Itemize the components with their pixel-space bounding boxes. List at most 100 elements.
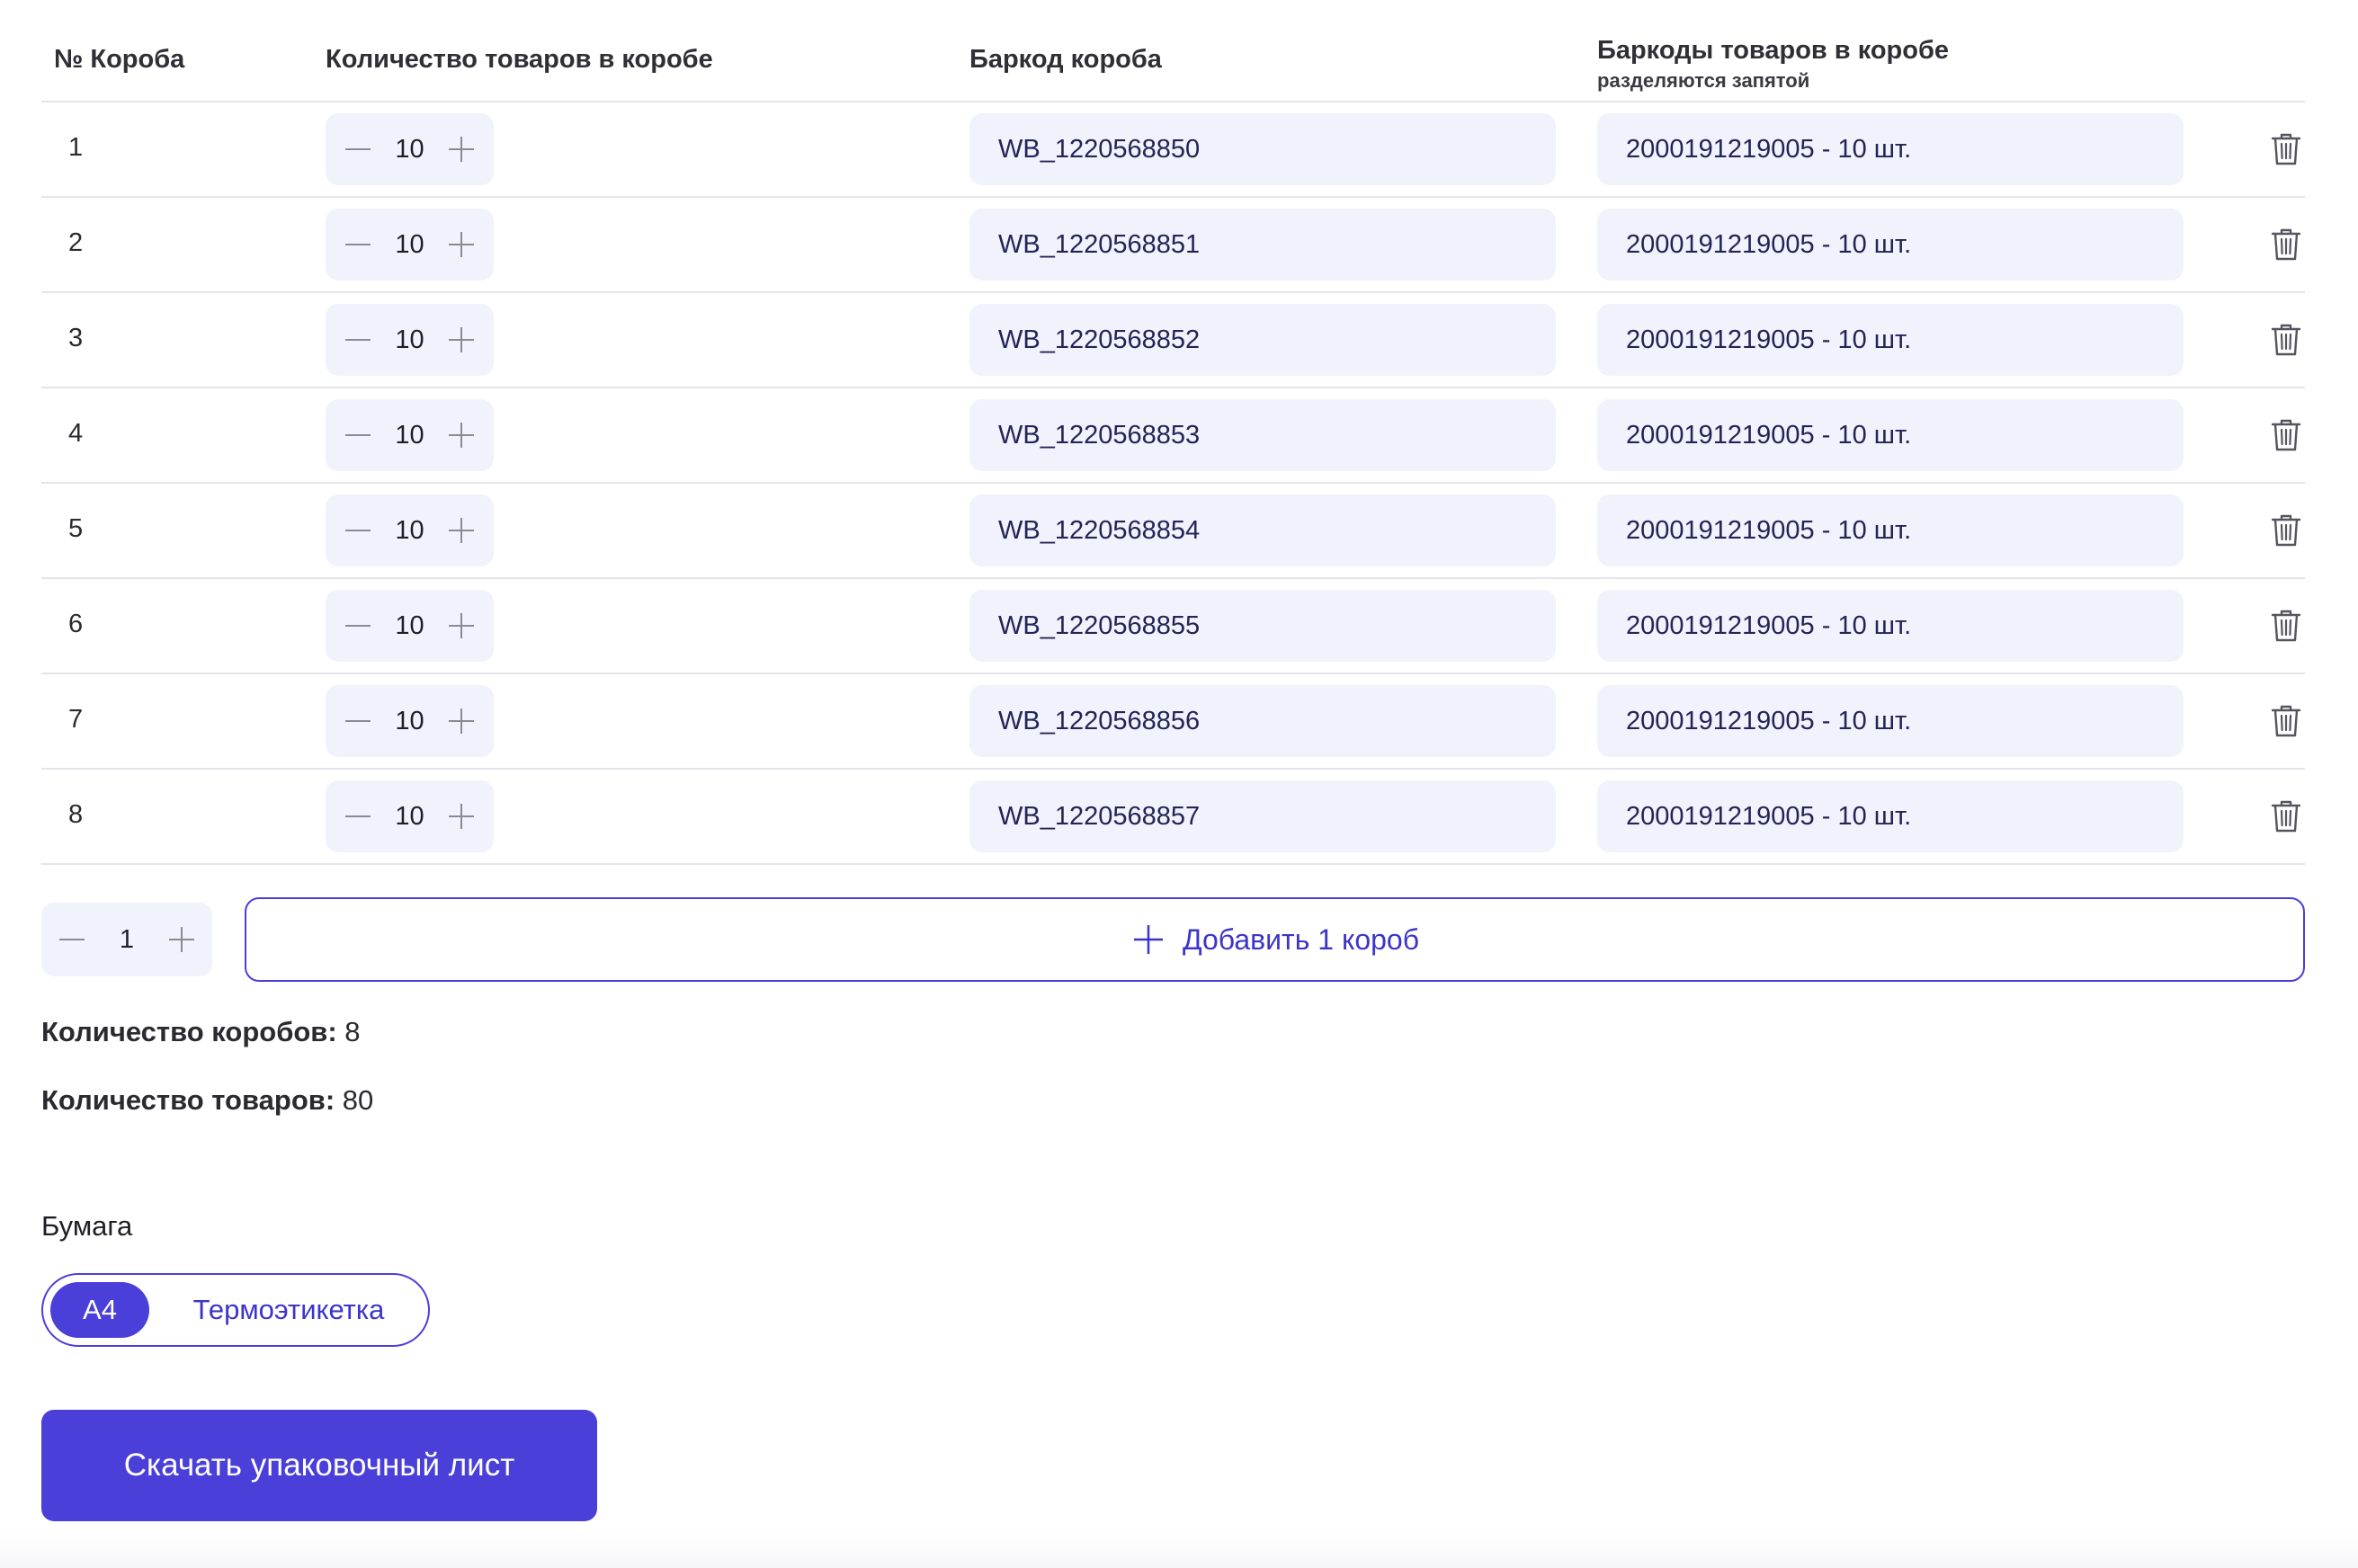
plus-icon[interactable] — [442, 511, 481, 550]
quantity-value[interactable]: 10 — [392, 230, 428, 260]
quantity-stepper[interactable]: 10 — [326, 494, 494, 566]
quantity-value[interactable]: 10 — [392, 802, 428, 832]
table-body: 1 10 WB_1220568850 2000191219005 - 10 шт. 2 1… — [41, 102, 2305, 865]
minus-icon[interactable] — [338, 225, 378, 264]
goods-count-label: Количество товаров: — [41, 1084, 335, 1116]
goods-count-value: 80 — [342, 1084, 374, 1116]
table-row: 6 10 WB_1220568855 2000191219005 - 10 шт. — [41, 579, 2305, 674]
box-number: 6 — [68, 610, 84, 638]
box-number: 3 — [68, 324, 84, 352]
table-row: 7 10 WB_1220568856 2000191219005 - 10 шт. — [41, 674, 2305, 770]
paper-label: Бумага — [41, 1210, 133, 1242]
box-barcode-field[interactable]: WB_1220568851 — [969, 209, 1556, 281]
box-number: 8 — [68, 800, 84, 829]
quantity-value[interactable]: 10 — [392, 611, 428, 641]
goods-barcodes-field[interactable]: 2000191219005 - 10 шт. — [1597, 590, 2184, 662]
table-row: 8 10 WB_1220568857 2000191219005 - 10 шт. — [41, 770, 2305, 865]
box-number: 7 — [68, 705, 84, 734]
trash-icon[interactable] — [2266, 701, 2306, 741]
quantity-value[interactable]: 10 — [392, 707, 428, 736]
trash-icon[interactable] — [2266, 511, 2306, 550]
minus-icon[interactable] — [338, 129, 378, 169]
boxes-count-summary: Количество коробов: 8 — [41, 1016, 361, 1048]
box-barcode-field[interactable]: WB_1220568855 — [969, 590, 1556, 662]
plus-icon[interactable] — [442, 320, 481, 360]
plus-icon[interactable] — [442, 797, 481, 836]
box-barcode-field[interactable]: WB_1220568853 — [969, 399, 1556, 471]
trash-icon[interactable] — [2266, 606, 2306, 646]
goods-barcodes-field[interactable]: 2000191219005 - 10 шт. — [1597, 685, 2184, 757]
quantity-stepper[interactable]: 10 — [326, 113, 494, 185]
add-count-stepper[interactable]: 1 — [41, 903, 212, 976]
minus-icon[interactable] — [338, 415, 378, 455]
table-header: № Короба Количество товаров в коробе Бар… — [41, 0, 2305, 102]
quantity-stepper[interactable]: 10 — [326, 304, 494, 376]
minus-icon[interactable] — [338, 701, 378, 741]
boxes-count-label: Количество коробов: — [41, 1016, 337, 1047]
quantity-stepper[interactable]: 10 — [326, 209, 494, 281]
plus-icon[interactable] — [442, 701, 481, 741]
header-goods-barcodes-title: Баркоды товаров в коробе — [1597, 36, 1950, 65]
quantity-stepper[interactable]: 10 — [326, 780, 494, 852]
table-row: 5 10 WB_1220568854 2000191219005 - 10 шт. — [41, 484, 2305, 579]
goods-count-summary: Количество товаров: 80 — [41, 1084, 373, 1117]
trash-icon[interactable] — [2266, 320, 2306, 360]
table-row: 2 10 WB_1220568851 2000191219005 - 10 шт. — [41, 198, 2305, 293]
plus-icon[interactable] — [442, 129, 481, 169]
trash-icon[interactable] — [2266, 129, 2306, 169]
boxes-count-value: 8 — [344, 1016, 361, 1047]
minus-icon[interactable] — [338, 606, 378, 646]
plus-icon[interactable] — [162, 920, 201, 959]
goods-barcodes-field[interactable]: 2000191219005 - 10 шт. — [1597, 780, 2184, 852]
header-box-no: № Короба — [54, 45, 185, 74]
goods-barcodes-field[interactable]: 2000191219005 - 10 шт. — [1597, 113, 2184, 185]
minus-icon[interactable] — [338, 320, 378, 360]
header-box-barcode: Баркод короба — [969, 45, 1162, 74]
quantity-stepper[interactable]: 10 — [326, 399, 494, 471]
goods-barcodes-field[interactable]: 2000191219005 - 10 шт. — [1597, 399, 2184, 471]
box-barcode-field[interactable]: WB_1220568854 — [969, 494, 1556, 566]
header-qty: Количество товаров в коробе — [326, 45, 713, 74]
minus-icon[interactable] — [338, 511, 378, 550]
download-packing-list-button[interactable]: Скачать упаковочный лист — [41, 1410, 597, 1521]
goods-barcodes-field[interactable]: 2000191219005 - 10 шт. — [1597, 209, 2184, 281]
paper-type-toggle: А4 Термоэтикетка — [41, 1273, 430, 1347]
table-row: 3 10 WB_1220568852 2000191219005 - 10 шт. — [41, 293, 2305, 388]
plus-icon[interactable] — [442, 606, 481, 646]
plus-icon — [1133, 925, 1163, 954]
quantity-value[interactable]: 10 — [392, 325, 428, 355]
boxes-table: № Короба Количество товаров в коробе Бар… — [41, 0, 2305, 865]
packing-page: № Короба Количество товаров в коробе Бар… — [0, 0, 2358, 1568]
plus-icon[interactable] — [442, 415, 481, 455]
table-row: 4 10 WB_1220568853 2000191219005 - 10 шт. — [41, 388, 2305, 484]
quantity-value[interactable]: 10 — [392, 135, 428, 165]
quantity-value[interactable]: 10 — [392, 516, 428, 546]
minus-icon[interactable] — [338, 797, 378, 836]
goods-barcodes-field[interactable]: 2000191219005 - 10 шт. — [1597, 304, 2184, 376]
trash-icon[interactable] — [2266, 415, 2306, 455]
add-box-button[interactable]: Добавить 1 короб — [245, 897, 2305, 982]
quantity-value[interactable]: 10 — [392, 421, 428, 450]
trash-icon[interactable] — [2266, 225, 2306, 264]
box-number: 2 — [68, 228, 84, 257]
bottom-fade — [0, 1532, 2358, 1568]
header-goods-barcodes: Баркоды товаров в коробе разделяются зап… — [1597, 36, 1949, 93]
add-box-label: Добавить 1 короб — [1182, 922, 1420, 956]
box-number: 4 — [68, 419, 84, 448]
add-count-value[interactable]: 1 — [109, 925, 145, 955]
table-row: 1 10 WB_1220568850 2000191219005 - 10 шт. — [41, 102, 2305, 198]
quantity-stepper[interactable]: 10 — [326, 685, 494, 757]
quantity-stepper[interactable]: 10 — [326, 590, 494, 662]
box-barcode-field[interactable]: WB_1220568852 — [969, 304, 1556, 376]
minus-icon[interactable] — [52, 920, 92, 959]
paper-option-thermo[interactable]: Термоэтикетка — [158, 1282, 419, 1338]
paper-option-a4[interactable]: А4 — [50, 1282, 149, 1338]
box-barcode-field[interactable]: WB_1220568850 — [969, 113, 1556, 185]
box-barcode-field[interactable]: WB_1220568856 — [969, 685, 1556, 757]
box-barcode-field[interactable]: WB_1220568857 — [969, 780, 1556, 852]
trash-icon[interactable] — [2266, 797, 2306, 836]
header-goods-barcodes-hint: разделяются запятой — [1597, 69, 1810, 92]
plus-icon[interactable] — [442, 225, 481, 264]
box-number: 1 — [68, 133, 84, 162]
goods-barcodes-field[interactable]: 2000191219005 - 10 шт. — [1597, 494, 2184, 566]
